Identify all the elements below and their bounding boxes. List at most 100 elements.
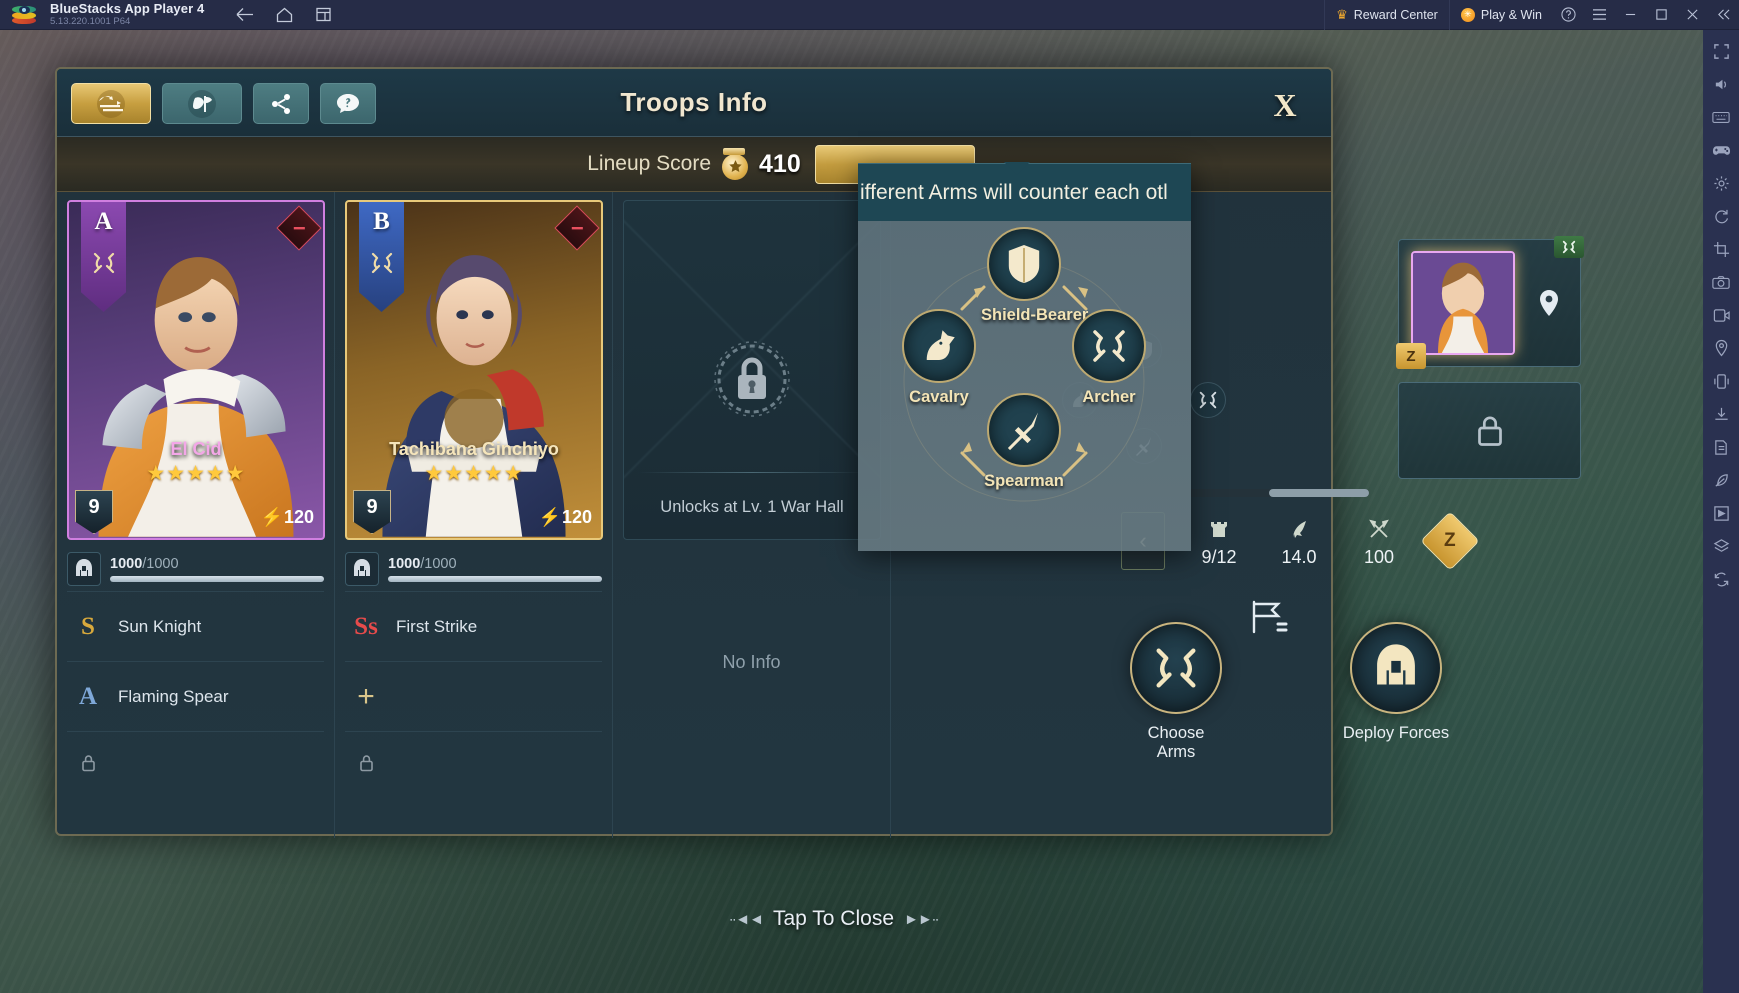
settings-icon[interactable] [1706, 168, 1736, 198]
stat-cell: 14.0 [1259, 514, 1339, 568]
troop-count: 1000/1000 [388, 555, 457, 572]
macro-icon[interactable] [1706, 498, 1736, 528]
close-icon[interactable] [1677, 0, 1708, 30]
arm-token-button[interactable]: Z [1420, 511, 1480, 571]
app-title: BlueStacks App Player 4 [50, 1, 205, 17]
arms-node-spearman[interactable]: Spearman [981, 393, 1067, 491]
tap-to-close-bar[interactable]: ∙∙◄◄ Tap To Close ►►∙∙ [0, 907, 1667, 931]
volume-icon[interactable] [1706, 69, 1736, 99]
multi-instance-button[interactable] [306, 2, 342, 28]
close-dialog-button[interactable]: X [1263, 83, 1307, 127]
hero-slot-2: B − Tachibana Ginchiyo ★★★★★ 9 ⚡120 1000… [335, 192, 613, 838]
arms-node-label: Shield-Bearer [981, 306, 1089, 324]
arms-node-cavalry[interactable]: Cavalry [896, 309, 982, 407]
hero-stars: ★★★★★ [146, 462, 246, 485]
skill-add-row[interactable]: + [345, 662, 602, 732]
speed-icon [1259, 514, 1339, 544]
keyboard-icon[interactable] [1706, 102, 1736, 132]
hud-arm-badge [1554, 236, 1584, 258]
location-icon[interactable] [1706, 333, 1736, 363]
no-info-label: No Info [722, 652, 781, 672]
spear-icon [987, 393, 1061, 467]
choose-arms-label: Choose Arms [1147, 724, 1205, 761]
arms-node-label: Archer [1082, 388, 1136, 406]
ornament-left-icon: ∙∙◄◄ [728, 910, 764, 928]
arms-node-shield-bearer[interactable]: Shield-Bearer [981, 227, 1089, 325]
home-button[interactable] [266, 2, 302, 28]
rally-flag-icon[interactable] [1243, 592, 1291, 640]
collapse-icon[interactable] [1708, 0, 1739, 30]
stat-value: 9/12 [1201, 547, 1237, 567]
locked-hero-slot[interactable]: Unlocks at Lv. 1 War Hall No Info [613, 192, 891, 838]
skill-name: Flaming Spear [118, 686, 229, 706]
helmet-icon [67, 551, 101, 586]
sync-icon[interactable] [1706, 564, 1736, 594]
bow-icon [91, 250, 117, 281]
hud-locked-slot[interactable] [1398, 382, 1581, 479]
game-viewport: Troops Info X Lineup Score 410 A − El Ci… [0, 30, 1703, 993]
reward-center-label: Reward Center [1353, 7, 1438, 22]
deploy-forces-button[interactable]: Deploy Forces [1341, 622, 1451, 762]
layers-icon[interactable] [1706, 531, 1736, 561]
skill-grade: A [78, 682, 98, 710]
helmet-icon [345, 551, 379, 586]
maximize-icon[interactable] [1646, 0, 1677, 30]
skill-grade: Ss [354, 612, 378, 640]
eco-icon[interactable] [1706, 465, 1736, 495]
reward-center-button[interactable]: ♛ Reward Center [1324, 0, 1449, 30]
play-and-win-button[interactable]: ✳ Play & Win [1448, 0, 1553, 30]
hud-hero-card[interactable]: Z [1396, 236, 1584, 369]
stat-cell: 9/12 [1179, 514, 1259, 568]
rotate-icon[interactable] [1706, 201, 1736, 231]
menu-icon[interactable] [1584, 0, 1615, 30]
skill-row[interactable]: S Sun Knight [67, 592, 324, 662]
skill-name: Sun Knight [118, 616, 202, 636]
camera-icon[interactable] [1706, 267, 1736, 297]
minimize-icon[interactable] [1615, 0, 1646, 30]
arms-node-archer[interactable]: Archer [1066, 309, 1152, 407]
record-icon[interactable] [1706, 300, 1736, 330]
tap-to-close-label: Tap To Close [772, 907, 895, 930]
crown-icon: ♛ [1336, 6, 1348, 22]
lock-icon [71, 754, 105, 777]
skill-row[interactable]: Ss First Strike [345, 592, 602, 662]
help-icon[interactable] [1553, 0, 1584, 30]
hero-name: El Cid [170, 439, 222, 459]
bluestacks-sidebar [1703, 30, 1739, 993]
bolt-icon: ⚡ [260, 507, 283, 527]
stat-value: 14.0 [1281, 547, 1317, 567]
helmet-icon [1350, 622, 1442, 714]
locked-card: Unlocks at Lv. 1 War Hall [623, 200, 881, 540]
scrollbar-thumb[interactable] [1269, 489, 1369, 497]
tooltip-header: ifferent Arms will counter each otl [858, 163, 1191, 221]
add-skill-icon: + [357, 679, 375, 713]
troop-count-row: 1000/1000 [345, 540, 602, 592]
dialog-header: Troops Info X [57, 69, 1331, 137]
shake-icon[interactable] [1706, 366, 1736, 396]
script-icon[interactable] [1706, 432, 1736, 462]
castle-icon [1179, 514, 1259, 544]
gamepad-icon[interactable] [1706, 135, 1736, 165]
hero-card[interactable]: A − El Cid ★★★★★ 9 ⚡120 [67, 200, 325, 540]
stat-cell: 100 [1339, 514, 1419, 568]
tooltip-text: ifferent Arms will counter each otl [860, 180, 1168, 204]
bow-icon [1190, 382, 1226, 418]
play-and-win-label: Play & Win [1480, 7, 1542, 22]
bluestacks-logo [10, 4, 40, 26]
titlebar-nav [226, 2, 342, 28]
back-button[interactable] [226, 2, 262, 28]
bow-icon [1130, 622, 1222, 714]
install-icon[interactable] [1706, 399, 1736, 429]
fullscreen-icon[interactable] [1706, 36, 1736, 66]
hero-slot-1: A − El Cid ★★★★★ 9 ⚡120 1000/1000 S Sun … [57, 192, 335, 838]
location-pin-icon[interactable] [1534, 288, 1564, 318]
hero-card[interactable]: B − Tachibana Ginchiyo ★★★★★ 9 ⚡120 [345, 200, 603, 540]
choose-arms-button[interactable]: Choose Arms [1121, 622, 1231, 762]
skill-row[interactable]: A Flaming Spear [67, 662, 324, 732]
hero-name: Tachibana Ginchiyo [389, 439, 559, 459]
lock-icon [349, 754, 383, 777]
page-title: Troops Info [620, 87, 768, 117]
arms-node-label: Cavalry [909, 388, 969, 406]
chained-padlock-icon [704, 331, 800, 427]
trim-icon[interactable] [1706, 234, 1736, 264]
